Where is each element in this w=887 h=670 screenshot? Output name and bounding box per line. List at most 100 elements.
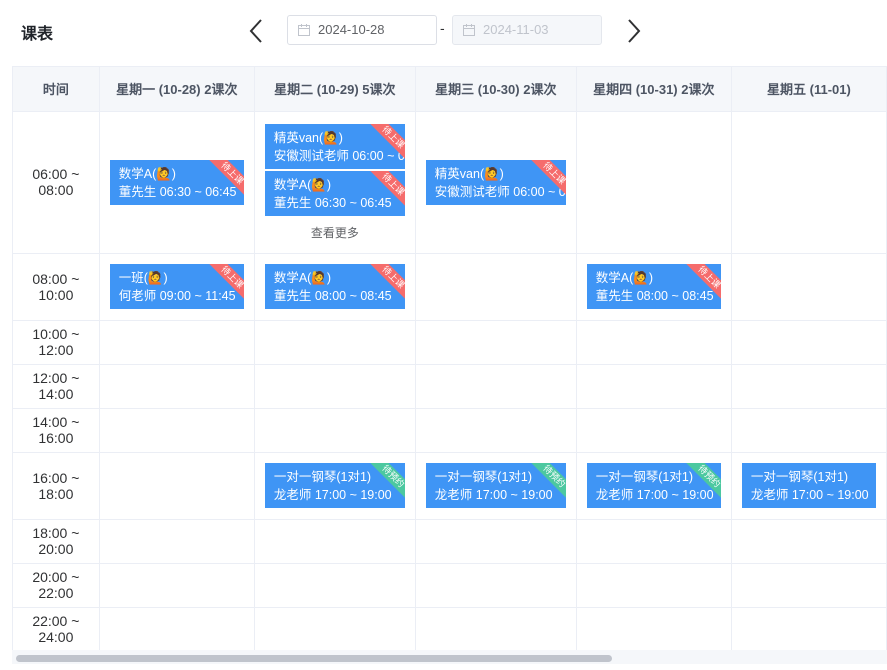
time-slot-label: 18:00 ~ 20:00 <box>13 519 100 564</box>
schedule-cell[interactable] <box>576 364 732 409</box>
schedule-cell[interactable] <box>254 519 416 564</box>
schedule-cell[interactable] <box>415 253 577 321</box>
schedule-cell[interactable] <box>99 320 255 365</box>
schedule-cell[interactable] <box>576 607 732 650</box>
class-event-card[interactable]: 一对一钢琴(1对1) 龙老师 17:00 ~ 19:00 <box>741 463 876 508</box>
schedule-cell[interactable] <box>576 320 732 365</box>
class-event-card[interactable]: 数学A(🙋) 董先生 06:30 ~ 06:45 待上课 <box>109 159 244 205</box>
schedule-cell[interactable] <box>576 563 732 608</box>
schedule-cell[interactable] <box>731 519 887 564</box>
schedule-cell[interactable] <box>731 408 887 453</box>
schedule-cell[interactable] <box>415 519 577 564</box>
schedule-cell[interactable] <box>731 364 887 409</box>
schedule-cell[interactable] <box>731 607 887 650</box>
table-row: 22:00 ~ 24:00 <box>13 607 887 650</box>
class-event-card[interactable]: 数学A(🙋) 董先生 08:00 ~ 08:45 待上课 <box>264 264 405 309</box>
class-event-card[interactable]: 数学A(🙋) 董先生 06:30 ~ 06:45 待上课 <box>264 170 405 216</box>
schedule-cell[interactable] <box>415 563 577 608</box>
schedule-cell[interactable]: 一对一钢琴(1对1) 龙老师 17:00 ~ 19:00 待预约 <box>415 452 577 520</box>
column-header-time: 时间 <box>13 67 100 112</box>
schedule-cell[interactable] <box>731 563 887 608</box>
schedule-cell[interactable] <box>415 607 577 650</box>
time-slot-label: 12:00 ~ 14:00 <box>13 364 100 409</box>
schedule-cell[interactable] <box>731 111 887 254</box>
event-list: 一对一钢琴(1对1) 龙老师 17:00 ~ 19:00 待预约 <box>255 463 415 508</box>
calendar-icon <box>463 24 475 36</box>
event-teacher-time: 董先生 08:00 ~ 08:45 <box>595 289 714 303</box>
schedule-cell[interactable] <box>731 253 887 321</box>
view-more-link[interactable]: 查看更多 <box>265 224 405 241</box>
chevron-right-icon <box>628 19 641 43</box>
class-event-card[interactable]: 一对一钢琴(1对1) 龙老师 17:00 ~ 19:00 待预约 <box>264 463 405 508</box>
schedule-cell[interactable] <box>415 364 577 409</box>
column-header-day: 星期三 (10-30) 2课次 <box>415 67 577 112</box>
schedule-cell[interactable] <box>254 408 416 453</box>
schedule-cell[interactable] <box>731 320 887 365</box>
table-row: 14:00 ~ 16:00 <box>13 408 887 453</box>
time-slot-label: 16:00 ~ 18:00 <box>13 452 100 520</box>
column-header-day: 星期四 (10-31) 2课次 <box>576 67 732 112</box>
table-row: 12:00 ~ 14:00 <box>13 364 887 409</box>
schedule-cell[interactable]: 精英van(🙋) 安徽测试老师 06:00 ~ 0 待上课 <box>415 111 577 254</box>
schedule-cell[interactable] <box>254 607 416 650</box>
horizontal-scrollbar-thumb[interactable] <box>16 655 612 662</box>
event-list: 一对一钢琴(1对1) 龙老师 17:00 ~ 19:00 待预约 <box>416 463 576 508</box>
class-event-card[interactable]: 精英van(🙋) 安徽测试老师 06:00 ~ 0 待上课 <box>425 159 566 205</box>
event-title: 一对一钢琴(1对1) <box>750 470 849 484</box>
schedule-header: 课表 2024-10-28 - 2024-11-03 <box>0 0 887 62</box>
schedule-cell[interactable] <box>99 452 255 520</box>
schedule-cell[interactable] <box>576 408 732 453</box>
event-list: 一班(🙋) 何老师 09:00 ~ 11:45 待上课 <box>100 264 254 309</box>
date-separator: - <box>440 20 445 36</box>
class-event-card[interactable]: 精英van(🙋) 安徽测试老师 06:00 ~ 0 待上课 <box>264 123 405 169</box>
next-week-button[interactable] <box>622 16 644 46</box>
schedule-cell[interactable]: 精英van(🙋) 安徽测试老师 06:00 ~ 0 待上课 数学A(🙋) 董先生 06:… <box>254 111 416 254</box>
schedule-grid: 时间 星期一 (10-28) 2课次 星期二 (10-29) 5课次 星期三 (10-… <box>13 67 887 650</box>
schedule-cell[interactable]: 数学A(🙋) 董先生 08:00 ~ 08:45 待上课 <box>576 253 732 321</box>
class-event-card[interactable]: 数学A(🙋) 董先生 08:00 ~ 08:45 待上课 <box>586 264 721 309</box>
schedule-cell[interactable]: 一对一钢琴(1对1) 龙老师 17:00 ~ 19:00 待预约 <box>576 452 732 520</box>
page-title: 课表 <box>21 26 54 43</box>
schedule-cell[interactable]: 一班(🙋) 何老师 09:00 ~ 11:45 待上课 <box>99 253 255 321</box>
schedule-cell[interactable] <box>576 111 732 254</box>
schedule-cell[interactable]: 一对一钢琴(1对1) 龙老师 17:00 ~ 19:00 待预约 <box>254 452 416 520</box>
event-teacher-time: 董先生 08:00 ~ 08:45 <box>273 289 392 303</box>
schedule-cell[interactable] <box>576 519 732 564</box>
table-row: 06:00 ~ 08:00 数学A(🙋) 董先生 06:30 ~ 06:45 待上课精… <box>13 111 887 254</box>
time-slot-label: 08:00 ~ 10:00 <box>13 253 100 321</box>
event-teacher-time: 龙老师 17:00 ~ 19:00 <box>750 488 869 502</box>
event-teacher-time: 董先生 06:30 ~ 06:45 <box>273 195 392 210</box>
schedule-cell[interactable] <box>415 320 577 365</box>
class-event-card[interactable]: 一对一钢琴(1对1) 龙老师 17:00 ~ 19:00 待预约 <box>425 463 566 508</box>
schedule-cell[interactable]: 数学A(🙋) 董先生 06:30 ~ 06:45 待上课 <box>99 111 255 254</box>
start-date-input[interactable]: 2024-10-28 <box>287 15 437 45</box>
schedule-cell[interactable]: 数学A(🙋) 董先生 08:00 ~ 08:45 待上课 <box>254 253 416 321</box>
schedule-cell[interactable] <box>254 364 416 409</box>
class-event-card[interactable]: 一班(🙋) 何老师 09:00 ~ 11:45 待上课 <box>109 264 244 309</box>
class-event-card[interactable]: 一对一钢琴(1对1) 龙老师 17:00 ~ 19:00 待预约 <box>586 463 721 508</box>
schedule-table: 时间 星期一 (10-28) 2课次 星期二 (10-29) 5课次 星期三 (10-… <box>12 66 887 650</box>
event-list: 精英van(🙋) 安徽测试老师 06:00 ~ 0 待上课 <box>416 159 576 205</box>
schedule-cell[interactable] <box>254 320 416 365</box>
time-slot-label: 14:00 ~ 16:00 <box>13 408 100 453</box>
schedule-cell[interactable] <box>99 408 255 453</box>
table-row: 20:00 ~ 22:00 <box>13 563 887 608</box>
schedule-cell[interactable]: 一对一钢琴(1对1) 龙老师 17:00 ~ 19:00 <box>731 452 887 520</box>
schedule-cell[interactable] <box>415 408 577 453</box>
event-teacher-time: 安徽测试老师 06:00 ~ 0 <box>273 148 405 163</box>
time-slot-label: 22:00 ~ 24:00 <box>13 607 100 650</box>
time-slot-label: 06:00 ~ 08:00 <box>13 111 100 254</box>
schedule-cell[interactable] <box>99 563 255 608</box>
prev-week-button[interactable] <box>246 16 268 46</box>
event-teacher-time: 董先生 06:30 ~ 06:45 <box>118 184 237 199</box>
event-list: 数学A(🙋) 董先生 08:00 ~ 08:45 待上课 <box>255 264 415 309</box>
end-date-input: 2024-11-03 <box>452 15 602 45</box>
table-row: 10:00 ~ 12:00 <box>13 320 887 365</box>
schedule-cell[interactable] <box>99 519 255 564</box>
schedule-cell[interactable] <box>99 607 255 650</box>
event-teacher-time: 龙老师 17:00 ~ 19:00 <box>434 488 553 502</box>
event-list: 一对一钢琴(1对1) 龙老师 17:00 ~ 19:00 待预约 <box>577 463 731 508</box>
time-slot-label: 20:00 ~ 22:00 <box>13 563 100 608</box>
schedule-cell[interactable] <box>254 563 416 608</box>
schedule-cell[interactable] <box>99 364 255 409</box>
